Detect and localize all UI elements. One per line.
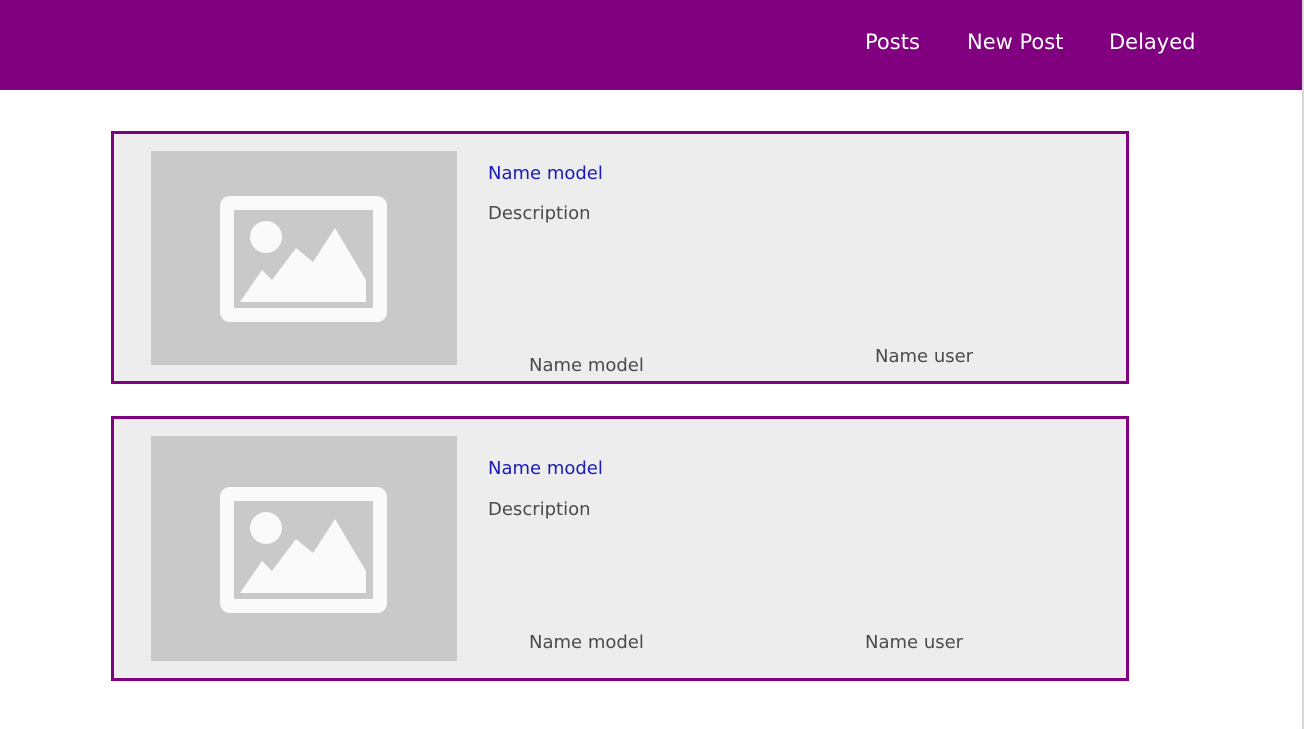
post-description: Description <box>488 203 591 224</box>
nav-link-new-post[interactable]: New Post <box>967 28 1063 56</box>
post-card: Name model Description Name model Name u… <box>111 131 1129 384</box>
image-placeholder-icon <box>220 196 387 322</box>
post-card: Name model Description Name model Name u… <box>111 416 1129 681</box>
post-footer-user: Name user <box>865 632 964 653</box>
post-image <box>151 436 457 661</box>
post-image <box>151 151 457 365</box>
nav-link-posts[interactable]: Posts <box>865 28 920 56</box>
top-navbar: Posts New Post Delayed <box>0 0 1302 90</box>
post-footer-model: Name model <box>529 632 644 653</box>
post-description: Description <box>488 499 591 520</box>
post-title-link[interactable]: Name model <box>488 457 603 481</box>
image-placeholder-icon <box>220 487 387 613</box>
post-footer-user: Name user <box>875 346 974 367</box>
post-title-link[interactable]: Name model <box>488 162 603 186</box>
nav-link-delayed[interactable]: Delayed <box>1109 28 1195 56</box>
post-footer-model: Name model <box>529 355 644 376</box>
page: Posts New Post Delayed Name model Descri… <box>0 0 1304 729</box>
